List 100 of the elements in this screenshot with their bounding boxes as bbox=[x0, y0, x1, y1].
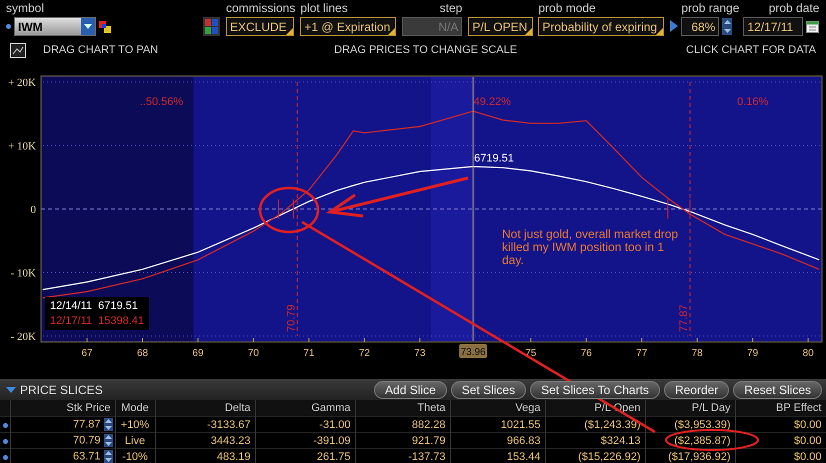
table-cell: $0.00 bbox=[735, 448, 826, 463]
field-label: symbol bbox=[6, 1, 46, 14]
point-value: 6719.51 bbox=[474, 152, 514, 164]
table-cell: +10% bbox=[115, 416, 155, 432]
table-cell: 483.19 bbox=[155, 448, 255, 463]
toolbar-button[interactable]: Add Slice bbox=[374, 380, 447, 398]
y-axis-label: - 20K bbox=[10, 331, 36, 343]
pl-mode-dropdown[interactable]: P/L OPEN bbox=[468, 17, 534, 36]
prob-date-field[interactable]: 12/17/11 bbox=[743, 17, 804, 36]
table-cell: 63.71 bbox=[72, 450, 100, 462]
table-cell: -31.00 bbox=[255, 416, 355, 432]
y-axis-label: + 20K bbox=[8, 77, 36, 89]
x-axis-label: 72 bbox=[358, 348, 370, 359]
toolbar-button[interactable]: Set Slices To Charts bbox=[530, 380, 660, 398]
column-header[interactable]: Delta bbox=[155, 400, 255, 416]
table-cell: 70.79 bbox=[72, 434, 100, 446]
spinner-icon[interactable] bbox=[722, 18, 732, 35]
spinner-icon[interactable] bbox=[104, 450, 112, 463]
x-axis-label: 68 bbox=[136, 348, 148, 359]
caret-icon bbox=[84, 24, 92, 29]
table-cell: ($3,953.39) bbox=[645, 416, 735, 432]
table-cell: ($2,385.87) bbox=[645, 432, 735, 448]
toolbar-button[interactable]: Set Slices bbox=[450, 380, 526, 398]
field-label: prob range bbox=[681, 1, 740, 14]
x-axis-label: 79 bbox=[747, 348, 758, 359]
table-cell: 153.44 bbox=[450, 448, 545, 463]
annotation-note: Not just gold, overall market drop killed my IWM position too in 1 day. bbox=[502, 228, 680, 267]
x-axis-label: 75 bbox=[525, 348, 536, 359]
table-cell: 882.28 bbox=[355, 416, 450, 432]
hint-text: CLICK CHART FOR DATA bbox=[686, 44, 816, 56]
column-header[interactable]: BP Effect bbox=[735, 400, 826, 416]
column-header[interactable]: Gamma bbox=[255, 400, 355, 416]
breakeven-tick bbox=[667, 198, 690, 220]
table-cell: 77.87 bbox=[72, 418, 100, 430]
table-cell: 921.79 bbox=[355, 432, 450, 448]
table-cell: -10% bbox=[115, 448, 155, 463]
field-label: plot lines bbox=[300, 1, 349, 14]
x-axis-label: 78 bbox=[692, 348, 703, 359]
grid-icon[interactable] bbox=[203, 17, 220, 36]
x-axis-label: 67 bbox=[81, 348, 93, 359]
column-header[interactable]: Mode bbox=[115, 400, 155, 416]
column-header[interactable]: Stk Price bbox=[10, 400, 115, 416]
table-cell: 1021.55 bbox=[450, 416, 545, 432]
y-axis-label: 0 bbox=[30, 204, 36, 216]
x-axis-label: 71 bbox=[303, 348, 314, 359]
x-axis-label: 80 bbox=[802, 348, 814, 359]
column-header[interactable]: P/L Day bbox=[645, 400, 735, 416]
table-cell: $0.00 bbox=[735, 416, 826, 432]
x-axis-label: 77 bbox=[636, 348, 648, 359]
field-label: step bbox=[440, 1, 462, 14]
toolbar-button[interactable]: Reset Slices bbox=[733, 380, 822, 398]
play-icon[interactable] bbox=[670, 20, 678, 32]
chart-icon[interactable] bbox=[10, 42, 26, 58]
symbol-field[interactable]: IWM bbox=[14, 17, 96, 36]
table-cell: 966.83 bbox=[450, 432, 545, 448]
annotation: 73.96 bbox=[460, 347, 486, 358]
y-axis-label: + 10K bbox=[8, 140, 36, 152]
strike-label: 70.79 bbox=[285, 304, 298, 332]
hint-text: DRAG PRICES TO CHANGE SCALE bbox=[334, 44, 518, 56]
table-cell: -3133.67 bbox=[155, 416, 255, 432]
table-cell: Live bbox=[115, 432, 155, 448]
table-cell: 3443.23 bbox=[155, 432, 255, 448]
x-axis-label: 76 bbox=[580, 348, 592, 359]
table-cell: ($17,936.92) bbox=[645, 448, 735, 463]
table-cell: 261.75 bbox=[255, 448, 355, 463]
prob-range-field[interactable]: 68% bbox=[681, 17, 720, 36]
breakeven-tick bbox=[278, 198, 294, 220]
collapse-icon[interactable] bbox=[6, 386, 16, 392]
table-cell: $324.13 bbox=[545, 432, 645, 448]
column-header[interactable]: Vega bbox=[450, 400, 545, 416]
hint-text: DRAG CHART TO PAN bbox=[43, 44, 158, 56]
annotation-circle bbox=[258, 186, 320, 234]
x-axis-label: 73 bbox=[414, 348, 426, 359]
plot-lines-dropdown[interactable]: +1 @ Expiration bbox=[300, 17, 396, 36]
prob-mode-dropdown[interactable]: Probability of expiring bbox=[538, 17, 664, 36]
field-label: prob mode bbox=[538, 1, 597, 14]
table-cell: ($15,226.92) bbox=[545, 448, 645, 463]
calendar-icon[interactable] bbox=[806, 20, 820, 33]
probability-label: 49.22% bbox=[474, 96, 511, 108]
commissions-dropdown[interactable]: EXCLUDE bbox=[226, 17, 294, 36]
spinner-icon[interactable] bbox=[104, 418, 112, 431]
field-label: prob date bbox=[768, 1, 820, 14]
table-cell: ($1,243.39) bbox=[545, 416, 645, 432]
spinner-icon[interactable] bbox=[104, 434, 112, 447]
y-axis-label: - 10K bbox=[10, 268, 36, 280]
legend-entry: 12/17/11 15398.41 bbox=[50, 315, 144, 327]
row-dot bbox=[2, 454, 8, 460]
status-dot bbox=[6, 24, 11, 29]
toolbar-button[interactable]: Reorder bbox=[664, 380, 730, 398]
row-dot bbox=[2, 422, 8, 428]
legend-entry: 12/14/11 6719.51 bbox=[50, 300, 139, 312]
table-cell: -137.73 bbox=[355, 448, 450, 463]
row-dot bbox=[2, 438, 8, 444]
cursor-tag[interactable]: 73.96 bbox=[459, 344, 488, 358]
x-axis-label: 70 bbox=[248, 348, 259, 359]
column-header[interactable]: Theta bbox=[355, 400, 450, 416]
x-axis-label: 69 bbox=[192, 348, 204, 359]
strike-label: 77.87 bbox=[678, 304, 690, 332]
table-cell: -391.09 bbox=[255, 432, 355, 448]
section-title: PRICE SLICES bbox=[20, 382, 104, 396]
